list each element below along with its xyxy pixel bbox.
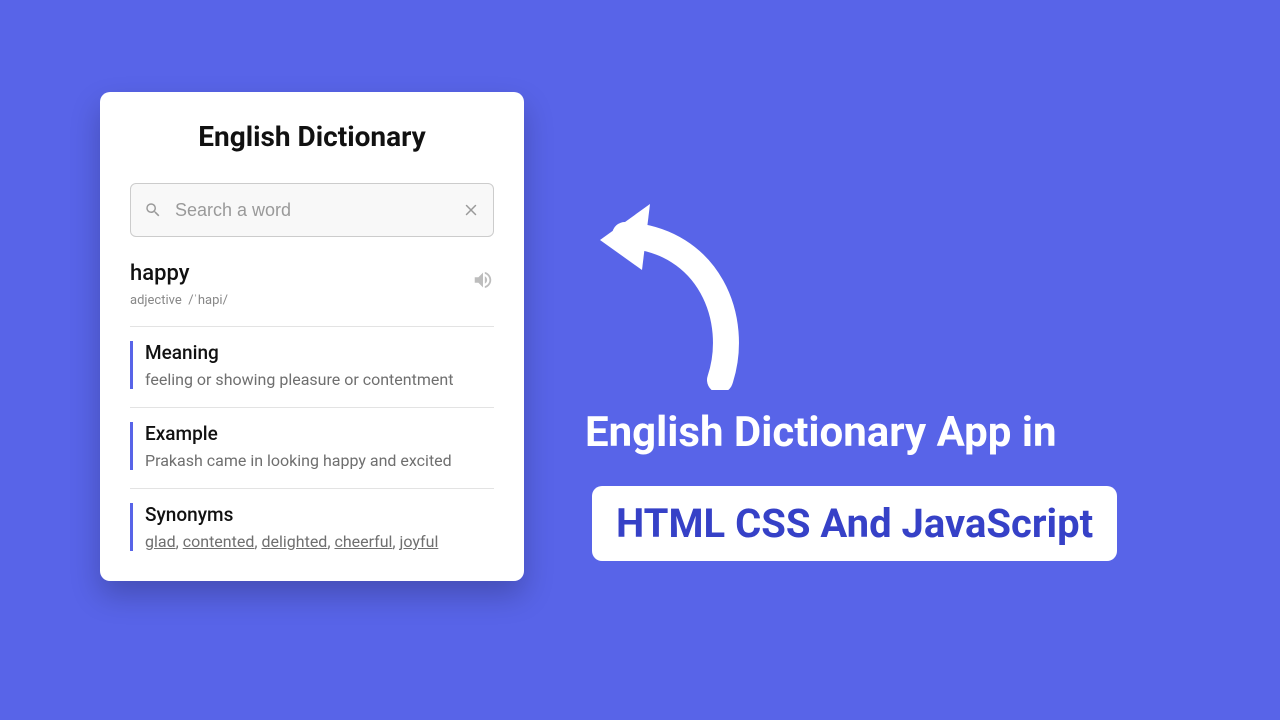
divider (130, 407, 494, 408)
example-block: Example Prakash came in looking happy an… (130, 422, 494, 470)
synonym-link[interactable]: contented (183, 532, 255, 551)
example-label: Example (145, 422, 494, 445)
synonym-link[interactable]: cheerful (334, 532, 392, 551)
meaning-label: Meaning (145, 341, 494, 364)
result-meta: adjective /ˈhapi/ (130, 292, 228, 308)
search-icon (144, 201, 162, 219)
result-word: happy (130, 261, 228, 286)
part-of-speech: adjective (130, 293, 182, 308)
dictionary-card: English Dictionary happy adjective /ˈhap… (100, 92, 524, 581)
synonym-link[interactable]: glad (145, 532, 176, 551)
meaning-block: Meaning feeling or showing pleasure or c… (130, 341, 494, 389)
meaning-text: feeling or showing pleasure or contentme… (145, 370, 494, 389)
word-header: happy adjective /ˈhapi/ (130, 261, 494, 308)
phonetic: /ˈhapi/ (188, 293, 228, 308)
subtitle-pill: HTML CSS And JavaScript (592, 486, 1117, 561)
synonyms-block: Synonyms glad, contented, delighted, che… (130, 503, 494, 551)
speaker-icon[interactable] (472, 269, 494, 295)
headline-text: English Dictionary App in (585, 408, 1057, 457)
arrow-icon (590, 200, 760, 390)
search-bar (130, 183, 494, 237)
divider (130, 326, 494, 327)
synonyms-list: glad, contented, delighted, cheerful, jo… (145, 532, 494, 551)
synonyms-label: Synonyms (145, 503, 494, 526)
synonym-link[interactable]: joyful (400, 532, 439, 551)
search-input[interactable] (130, 183, 494, 237)
card-title: English Dictionary (130, 120, 494, 153)
example-text: Prakash came in looking happy and excite… (145, 451, 494, 470)
clear-icon[interactable] (462, 201, 480, 219)
synonym-link[interactable]: delighted (262, 532, 328, 551)
word-info: happy adjective /ˈhapi/ (130, 261, 228, 308)
divider (130, 488, 494, 489)
